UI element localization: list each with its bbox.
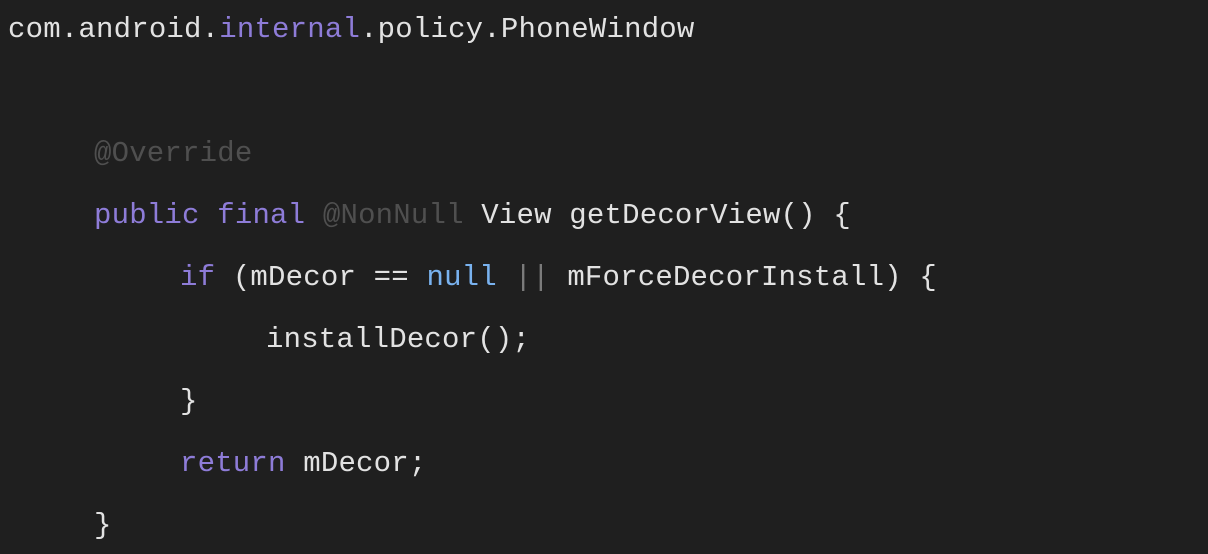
code-line-if: if (mDecor == null || mForceDecorInstall… bbox=[180, 254, 937, 302]
return-value: mDecor; bbox=[303, 447, 427, 480]
keyword-final: final bbox=[217, 199, 306, 232]
install-decor-call: installDecor(); bbox=[266, 323, 531, 356]
if-close-brace: } bbox=[180, 385, 198, 418]
operator-or: || bbox=[514, 261, 550, 294]
code-line-class-path: com.android.internal.policy.PhoneWindow bbox=[8, 6, 695, 54]
package-prefix: com.android. bbox=[8, 13, 220, 46]
keyword-return: return bbox=[180, 447, 286, 480]
override-annotation: @Override bbox=[94, 137, 253, 170]
package-internal: internal bbox=[219, 13, 361, 46]
nonnull-annotation: @NonNull bbox=[322, 199, 464, 232]
code-line-return: return mDecor; bbox=[180, 440, 426, 488]
method-close-brace: } bbox=[94, 509, 112, 542]
package-suffix: .policy.PhoneWindow bbox=[360, 13, 695, 46]
literal-null: null bbox=[426, 261, 497, 294]
if-condition-start: (mDecor == bbox=[232, 261, 427, 294]
keyword-public: public bbox=[94, 199, 200, 232]
code-line-install: installDecor(); bbox=[266, 316, 530, 364]
code-line-if-close: } bbox=[180, 378, 198, 426]
code-line-override: @Override bbox=[94, 130, 252, 178]
keyword-if: if bbox=[180, 261, 216, 294]
if-condition-end: mForceDecorInstall) { bbox=[567, 261, 937, 294]
code-line-signature: public final @NonNull View getDecorView(… bbox=[94, 192, 851, 240]
code-editor: com.android.internal.policy.PhoneWindow … bbox=[0, 0, 1208, 554]
code-line-method-close: } bbox=[94, 502, 112, 550]
method-signature: View getDecorView() { bbox=[481, 199, 851, 232]
